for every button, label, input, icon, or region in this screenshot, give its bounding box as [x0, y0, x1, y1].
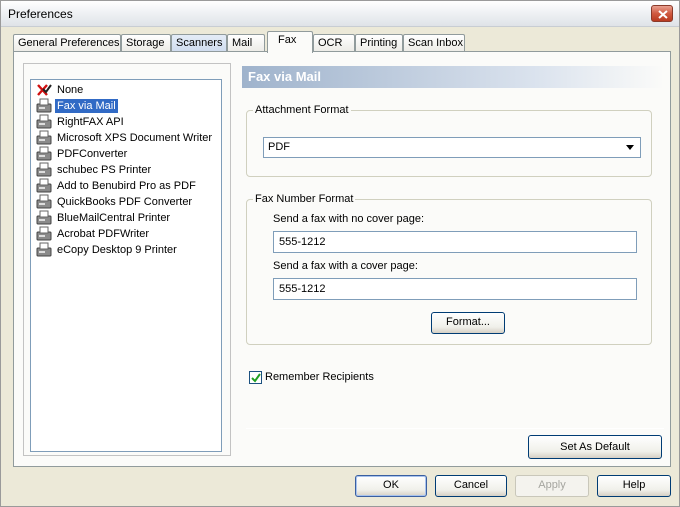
cancel-button[interactable]: Cancel	[435, 475, 507, 497]
chevron-down-icon	[626, 145, 634, 150]
fax-number-format-group: Fax Number Format Send a fax with no cov…	[246, 193, 652, 345]
tab-mail[interactable]: Mail	[227, 34, 265, 52]
no-cover-label: Send a fax with no cover page:	[273, 213, 425, 225]
apply-button[interactable]: Apply	[515, 475, 589, 497]
tab-scan-inbox[interactable]: Scan Inbox	[403, 34, 465, 52]
fax-machine-icon	[36, 226, 52, 241]
list-item-label: None	[57, 84, 84, 96]
cover-label: Send a fax with a cover page:	[273, 260, 418, 272]
attachment-format-value: PDF	[268, 141, 290, 153]
tab-label: Storage	[126, 37, 165, 49]
cover-field[interactable]: 555-1212	[273, 278, 637, 300]
fax-machine-icon	[36, 114, 52, 129]
attachment-format-group: Attachment Format PDF	[246, 104, 652, 177]
divider	[246, 428, 664, 429]
tab-label: Scan Inbox	[408, 37, 464, 49]
close-icon	[658, 10, 668, 19]
list-item-label: Acrobat PDFWriter	[57, 228, 150, 240]
tab-printing[interactable]: Printing	[355, 34, 403, 52]
fax-number-format-legend: Fax Number Format	[255, 193, 354, 205]
tab-label: OCR	[318, 37, 343, 49]
preferences-window: Preferences General Preferences Storage …	[0, 0, 680, 507]
tab-fax[interactable]: Fax	[267, 31, 313, 53]
tab-ocr[interactable]: OCR	[313, 34, 355, 52]
ok-button[interactable]: OK	[355, 475, 427, 497]
tab-label: Printing	[360, 37, 398, 49]
set-as-default-button[interactable]: Set As Default	[528, 435, 662, 459]
red-x-check-icon	[37, 84, 52, 96]
attachment-format-select[interactable]: PDF	[263, 137, 641, 158]
fax-method-list[interactable]: None Fax via Mail RightFAX API Microsoft…	[30, 79, 222, 452]
list-item-label: eCopy Desktop 9 Printer	[57, 244, 177, 256]
format-button[interactable]: Format...	[431, 312, 505, 334]
list-item-label: PDFConverter	[57, 148, 128, 160]
list-item-label: QuickBooks PDF Converter	[57, 196, 193, 208]
title-bar[interactable]: Preferences	[1, 1, 679, 27]
tab-label: General Preferences	[18, 37, 120, 49]
list-item-label: Fax via Mail	[55, 99, 118, 113]
tab-scanners[interactable]: Scanners	[171, 34, 227, 52]
remember-recipients-label[interactable]: Remember Recipients	[265, 371, 374, 383]
tab-label: Scanners	[176, 37, 223, 49]
fax-machine-icon	[36, 194, 52, 209]
tab-general-preferences[interactable]: General Preferences	[13, 34, 121, 52]
list-item-label: schubec PS Printer	[57, 164, 152, 176]
fax-tab-panel: None Fax via Mail RightFAX API Microsoft…	[13, 51, 671, 467]
close-button[interactable]	[651, 5, 673, 22]
fax-machine-icon	[36, 130, 52, 145]
tab-label: Mail	[232, 37, 253, 49]
window-title: Preferences	[8, 7, 73, 21]
list-item-label: Microsoft XPS Document Writer	[57, 132, 213, 144]
no-cover-field[interactable]: 555-1212	[273, 231, 637, 253]
tab-storage[interactable]: Storage	[121, 34, 171, 52]
fax-machine-icon	[36, 146, 52, 161]
fax-machine-icon	[36, 162, 52, 177]
list-item-label: Add to Benubird Pro as PDF	[57, 180, 196, 192]
fax-machine-icon	[36, 98, 52, 113]
attachment-format-legend: Attachment Format	[255, 104, 349, 116]
remember-recipients-checkbox[interactable]	[249, 371, 262, 384]
list-item-label: RightFAX API	[57, 116, 124, 128]
fax-machine-icon	[36, 242, 52, 257]
list-item-label: BlueMailCentral Printer	[57, 212, 171, 224]
checkmark-icon	[251, 373, 261, 383]
tab-label: Fax	[278, 34, 297, 46]
fax-machine-icon	[36, 210, 52, 225]
section-header: Fax via Mail	[242, 66, 664, 88]
help-button[interactable]: Help	[597, 475, 671, 497]
fax-machine-icon	[36, 178, 52, 193]
fax-list-frame: None Fax via Mail RightFAX API Microsoft…	[23, 63, 231, 456]
